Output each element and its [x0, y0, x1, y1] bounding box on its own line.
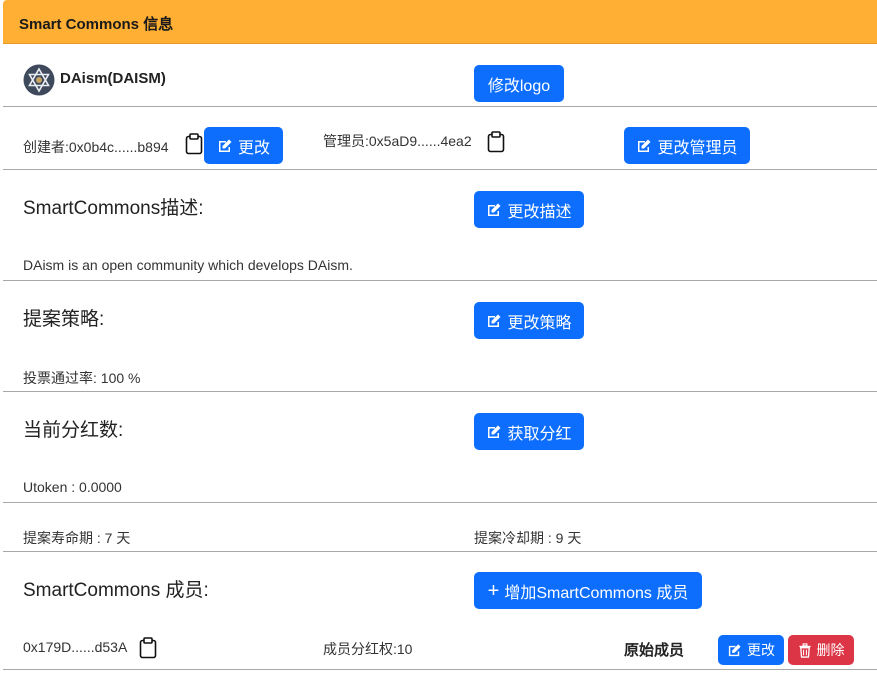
panel-title: Smart Commons 信息 — [19, 16, 174, 33]
edit-icon — [486, 424, 502, 440]
creator-address: 创建者:0x0b4c......b894 — [23, 139, 169, 155]
change-creator-button[interactable]: 更改 — [204, 127, 283, 164]
change-creator-label: 更改 — [237, 139, 270, 157]
description-text: DAism is an open community which develop… — [23, 257, 353, 273]
edit-icon — [217, 138, 233, 154]
proposal-lifetime: 提案寿命期 : 7 天 — [23, 530, 131, 546]
divider — [3, 169, 877, 170]
change-admin-button[interactable]: 更改管理员 — [624, 127, 750, 164]
change-description-button[interactable]: 更改描述 — [474, 191, 584, 228]
member-edit-button[interactable]: 更改 — [718, 635, 784, 665]
edit-icon — [486, 313, 502, 329]
plus-icon: + — [487, 579, 500, 602]
change-admin-label: 更改管理员 — [657, 139, 738, 157]
utoken-balance: Utoken : 0.0000 — [23, 479, 122, 495]
add-member-label: 增加SmartCommons 成员 — [504, 584, 689, 602]
divider — [3, 502, 877, 503]
divider — [3, 280, 877, 281]
policy-heading: 提案策略: — [23, 309, 105, 330]
divider — [3, 391, 877, 392]
members-heading: SmartCommons 成员: — [23, 580, 209, 601]
change-policy-label: 更改策略 — [507, 314, 572, 332]
panel-header: Smart Commons 信息 — [3, 0, 877, 44]
member-delete-label: 删除 — [816, 642, 845, 658]
divider — [3, 551, 877, 552]
get-dividend-button[interactable]: 获取分红 — [474, 413, 584, 450]
copy-member-icon[interactable] — [139, 637, 157, 659]
edit-icon — [636, 138, 652, 154]
member-dividend-share: 成员分红权:10 — [323, 641, 413, 657]
admin-address: 管理员:0x5aD9......4ea2 — [323, 133, 472, 149]
dividend-heading: 当前分红数: — [23, 420, 124, 441]
divider — [3, 106, 877, 107]
vote-pass-rate: 投票通过率: 100 % — [23, 370, 141, 386]
member-edit-label: 更改 — [747, 642, 775, 658]
edit-logo-button[interactable]: 修改logo — [474, 65, 564, 102]
edit-icon — [727, 643, 742, 658]
edit-icon — [486, 202, 502, 218]
divider — [3, 669, 877, 670]
copy-creator-icon[interactable] — [185, 133, 203, 155]
copy-admin-icon[interactable] — [487, 131, 505, 153]
trash-icon — [798, 642, 812, 658]
member-address: 0x179D......d53A — [23, 639, 128, 655]
change-policy-button[interactable]: 更改策略 — [474, 302, 584, 339]
add-member-button[interactable]: + 增加SmartCommons 成员 — [474, 572, 702, 609]
change-description-label: 更改描述 — [507, 203, 572, 221]
description-heading: SmartCommons描述: — [23, 198, 204, 219]
member-role: 原始成员 — [624, 642, 685, 659]
member-delete-button[interactable]: 删除 — [788, 635, 854, 665]
token-name: DAism(DAISM) — [60, 70, 166, 87]
token-logo-icon — [23, 64, 55, 96]
proposal-cooldown: 提案冷却期 : 9 天 — [474, 530, 582, 546]
get-dividend-label: 获取分红 — [507, 425, 572, 443]
